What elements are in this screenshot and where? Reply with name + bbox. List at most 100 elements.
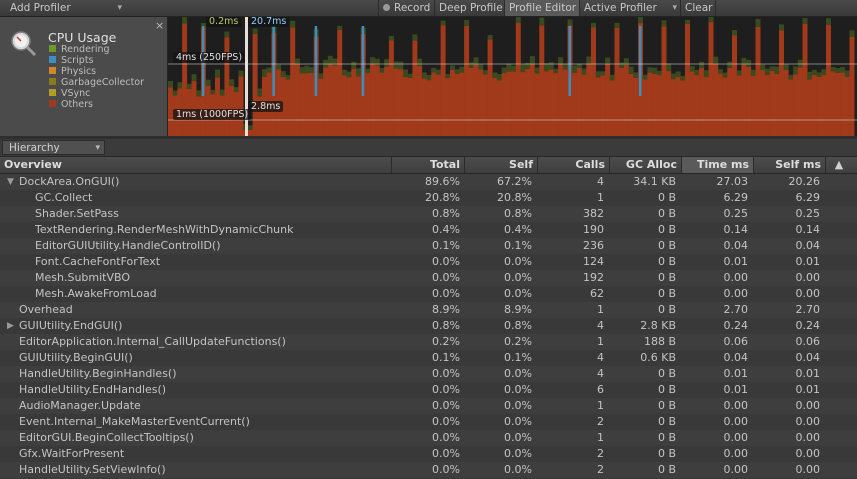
row-function-name: HandleUtility.BeginHandles() xyxy=(19,367,177,380)
active-profiler-dropdown[interactable]: Active Profiler xyxy=(579,0,680,16)
row-self-ms: 0.00 xyxy=(795,271,821,284)
view-mode-dropdown[interactable]: Hierarchy xyxy=(2,140,105,156)
graph-bar-others xyxy=(811,74,817,136)
table-row[interactable]: ▶ GUIUtility.EndGUI() 0.8% 0.8% 4 2.8 KB 0.24 0… xyxy=(0,318,857,334)
legend-item-others[interactable]: Others xyxy=(49,99,93,110)
column-time-ms[interactable]: Time ms xyxy=(681,157,753,173)
column-total[interactable]: Total xyxy=(391,157,464,173)
cpu-usage-panel[interactable]: CPU Usage × Rendering Scripts Physics Garba… xyxy=(0,17,168,136)
row-total: 0.1% xyxy=(432,351,460,364)
graph-bar-rendering xyxy=(210,89,216,95)
graph-bar-rendering xyxy=(205,79,211,86)
profiler-toolbar: Add Profiler Record Deep Profile Profile… xyxy=(0,0,857,17)
graph-bar-others xyxy=(835,72,841,136)
row-total: 0.2% xyxy=(432,335,460,348)
row-gc-alloc: 2.8 KB xyxy=(640,319,676,332)
row-time-ms: 2.70 xyxy=(723,303,749,316)
collapsed-arrow-icon[interactable]: ▶ xyxy=(7,318,14,334)
table-row[interactable]: ▼ DockArea.OnGUI() 89.6% 67.2% 4 34.1 KB 27.03… xyxy=(0,174,857,190)
table-row[interactable]: Shader.SetPass 0.8% 0.8% 382 0 B 0.25 0.25 xyxy=(0,206,857,222)
close-icon[interactable]: × xyxy=(155,19,164,32)
graph-bar-rendering xyxy=(619,62,625,68)
table-row[interactable]: Gfx.WaitForPresent 0.0% 0.0% 2 0 B 0.00 0.00 xyxy=(0,446,857,462)
graph-bar-others xyxy=(652,73,658,136)
graph-bar-rendering xyxy=(717,69,723,74)
row-self: 0.0% xyxy=(504,447,532,460)
table-row[interactable]: TextRendering.RenderMeshWithDynamicChunk… xyxy=(0,222,857,238)
graph-bar-rendering xyxy=(276,64,282,70)
sort-arrow-icon[interactable]: ▲ xyxy=(828,157,850,173)
column-self[interactable]: Self xyxy=(464,157,537,173)
graph-bar-others xyxy=(332,65,338,136)
graph-bar-others xyxy=(750,76,756,136)
graph-bar-others xyxy=(746,66,752,136)
graph-bar-others xyxy=(440,25,446,136)
graph-bar-others xyxy=(558,63,564,136)
graph-bar-rendering xyxy=(534,67,540,74)
graph-bar-rendering xyxy=(309,67,314,73)
clear-button[interactable]: Clear xyxy=(680,0,716,16)
graph-bar-rendering xyxy=(628,66,634,74)
graph-bar-rendering xyxy=(755,18,761,27)
column-overview[interactable]: Overview xyxy=(0,157,391,173)
legend-item-garbagecollector[interactable]: GarbageCollector xyxy=(49,77,144,88)
deep-profile-button[interactable]: Deep Profile xyxy=(434,0,504,16)
graph-bar-rendering xyxy=(713,56,719,64)
graph-bar-rendering xyxy=(168,80,173,88)
add-profiler-dropdown[interactable]: Add Profiler xyxy=(0,0,125,16)
table-row[interactable]: GUIUtility.BeginGUI() 0.1% 0.1% 4 0.6 KB 0.04… xyxy=(0,350,857,366)
table-row[interactable]: Mesh.SubmitVBO 0.0% 0.0% 192 0 B 0.00 0.00 xyxy=(0,270,857,286)
graph-bar-rendering xyxy=(600,71,606,76)
table-row[interactable]: Font.CacheFontForText 0.0% 0.0% 124 0 B 0.01 0… xyxy=(0,254,857,270)
table-row[interactable]: Event.Internal_MakeMasterEventCurrent() 0… xyxy=(0,414,857,430)
row-self-ms: 0.25 xyxy=(795,207,821,220)
table-row[interactable]: HandleUtility.SetViewInfo() 0.0% 0.0% 2 0 B 0… xyxy=(0,462,857,478)
graph-bar-scripts xyxy=(272,26,275,96)
graph-bar-rendering xyxy=(567,19,573,26)
cpu-usage-graph[interactable]: 0.2ms 20.7ms 4ms (250FPS) 2.8ms 1ms (100… xyxy=(168,17,857,136)
table-row[interactable]: AudioManager.Update 0.0% 0.0% 1 0 B 0.00 0.00 xyxy=(0,398,857,414)
row-total: 0.8% xyxy=(432,319,460,332)
row-function-name: Font.CacheFontForText xyxy=(35,255,161,268)
legend-item-scripts[interactable]: Scripts xyxy=(49,55,94,66)
table-row[interactable]: Overhead 8.9% 8.9% 1 0 B 2.70 2.70 xyxy=(0,302,857,318)
row-time-ms: 0.24 xyxy=(723,319,749,332)
row-gc-alloc: 0 B xyxy=(657,303,676,316)
row-total: 0.0% xyxy=(432,415,460,428)
table-row[interactable]: GC.Collect 20.8% 20.8% 1 0 B 6.29 6.29 xyxy=(0,190,857,206)
graph-bar-rendering xyxy=(802,17,808,24)
graph-bar-others xyxy=(732,35,737,136)
legend-item-rendering[interactable]: Rendering xyxy=(49,44,110,55)
row-self-ms: 0.24 xyxy=(795,319,821,332)
graph-bar-rendering xyxy=(487,35,493,40)
column-calls[interactable]: Calls xyxy=(537,157,609,173)
column-gc-alloc[interactable]: GC Alloc xyxy=(609,157,681,173)
graph-bar-others xyxy=(840,72,846,136)
table-row[interactable]: EditorGUIUtility.HandleControlID() 0.1% 0.… xyxy=(0,238,857,254)
graph-bar-others xyxy=(849,36,855,136)
graph-bar-rendering xyxy=(830,67,836,72)
graph-bar-rendering xyxy=(849,30,855,37)
table-row[interactable]: HandleUtility.BeginHandles() 0.0% 0.0% 4 0 B… xyxy=(0,366,857,382)
table-row[interactable]: EditorApplication.Internal_CallUpdateFun… xyxy=(0,334,857,350)
graph-bar-others xyxy=(478,69,484,136)
expanded-arrow-icon[interactable]: ▼ xyxy=(7,174,14,190)
legend-label: Physics xyxy=(61,66,97,77)
graph-bar-others xyxy=(412,40,418,136)
profile-editor-button[interactable]: Profile Editor xyxy=(504,0,579,16)
table-row[interactable]: EditorGUI.BeginCollectTooltips() 0.0% 0.0%… xyxy=(0,430,857,446)
cpu-graph-canvas[interactable] xyxy=(168,17,857,136)
row-gc-alloc: 0 B xyxy=(657,255,676,268)
record-button[interactable]: Record xyxy=(378,0,434,16)
column-self-ms[interactable]: Self ms xyxy=(753,157,825,173)
legend-item-vsync[interactable]: VSync xyxy=(49,88,90,99)
graph-bar-rendering xyxy=(675,71,681,77)
graph-bar-scripts xyxy=(639,26,642,96)
graph-bar-others xyxy=(708,22,714,136)
table-row[interactable]: Mesh.AwakeFromLoad 0.0% 0.0% 62 0 B 0.00 0.00 xyxy=(0,286,857,302)
graph-bar-rendering xyxy=(539,17,545,26)
graph-bar-rendering xyxy=(196,90,202,97)
legend-item-physics[interactable]: Physics xyxy=(49,66,96,77)
graph-bar-others xyxy=(666,71,672,136)
table-row[interactable]: HandleUtility.EndHandles() 0.0% 0.0% 6 0 B 0.… xyxy=(0,382,857,398)
